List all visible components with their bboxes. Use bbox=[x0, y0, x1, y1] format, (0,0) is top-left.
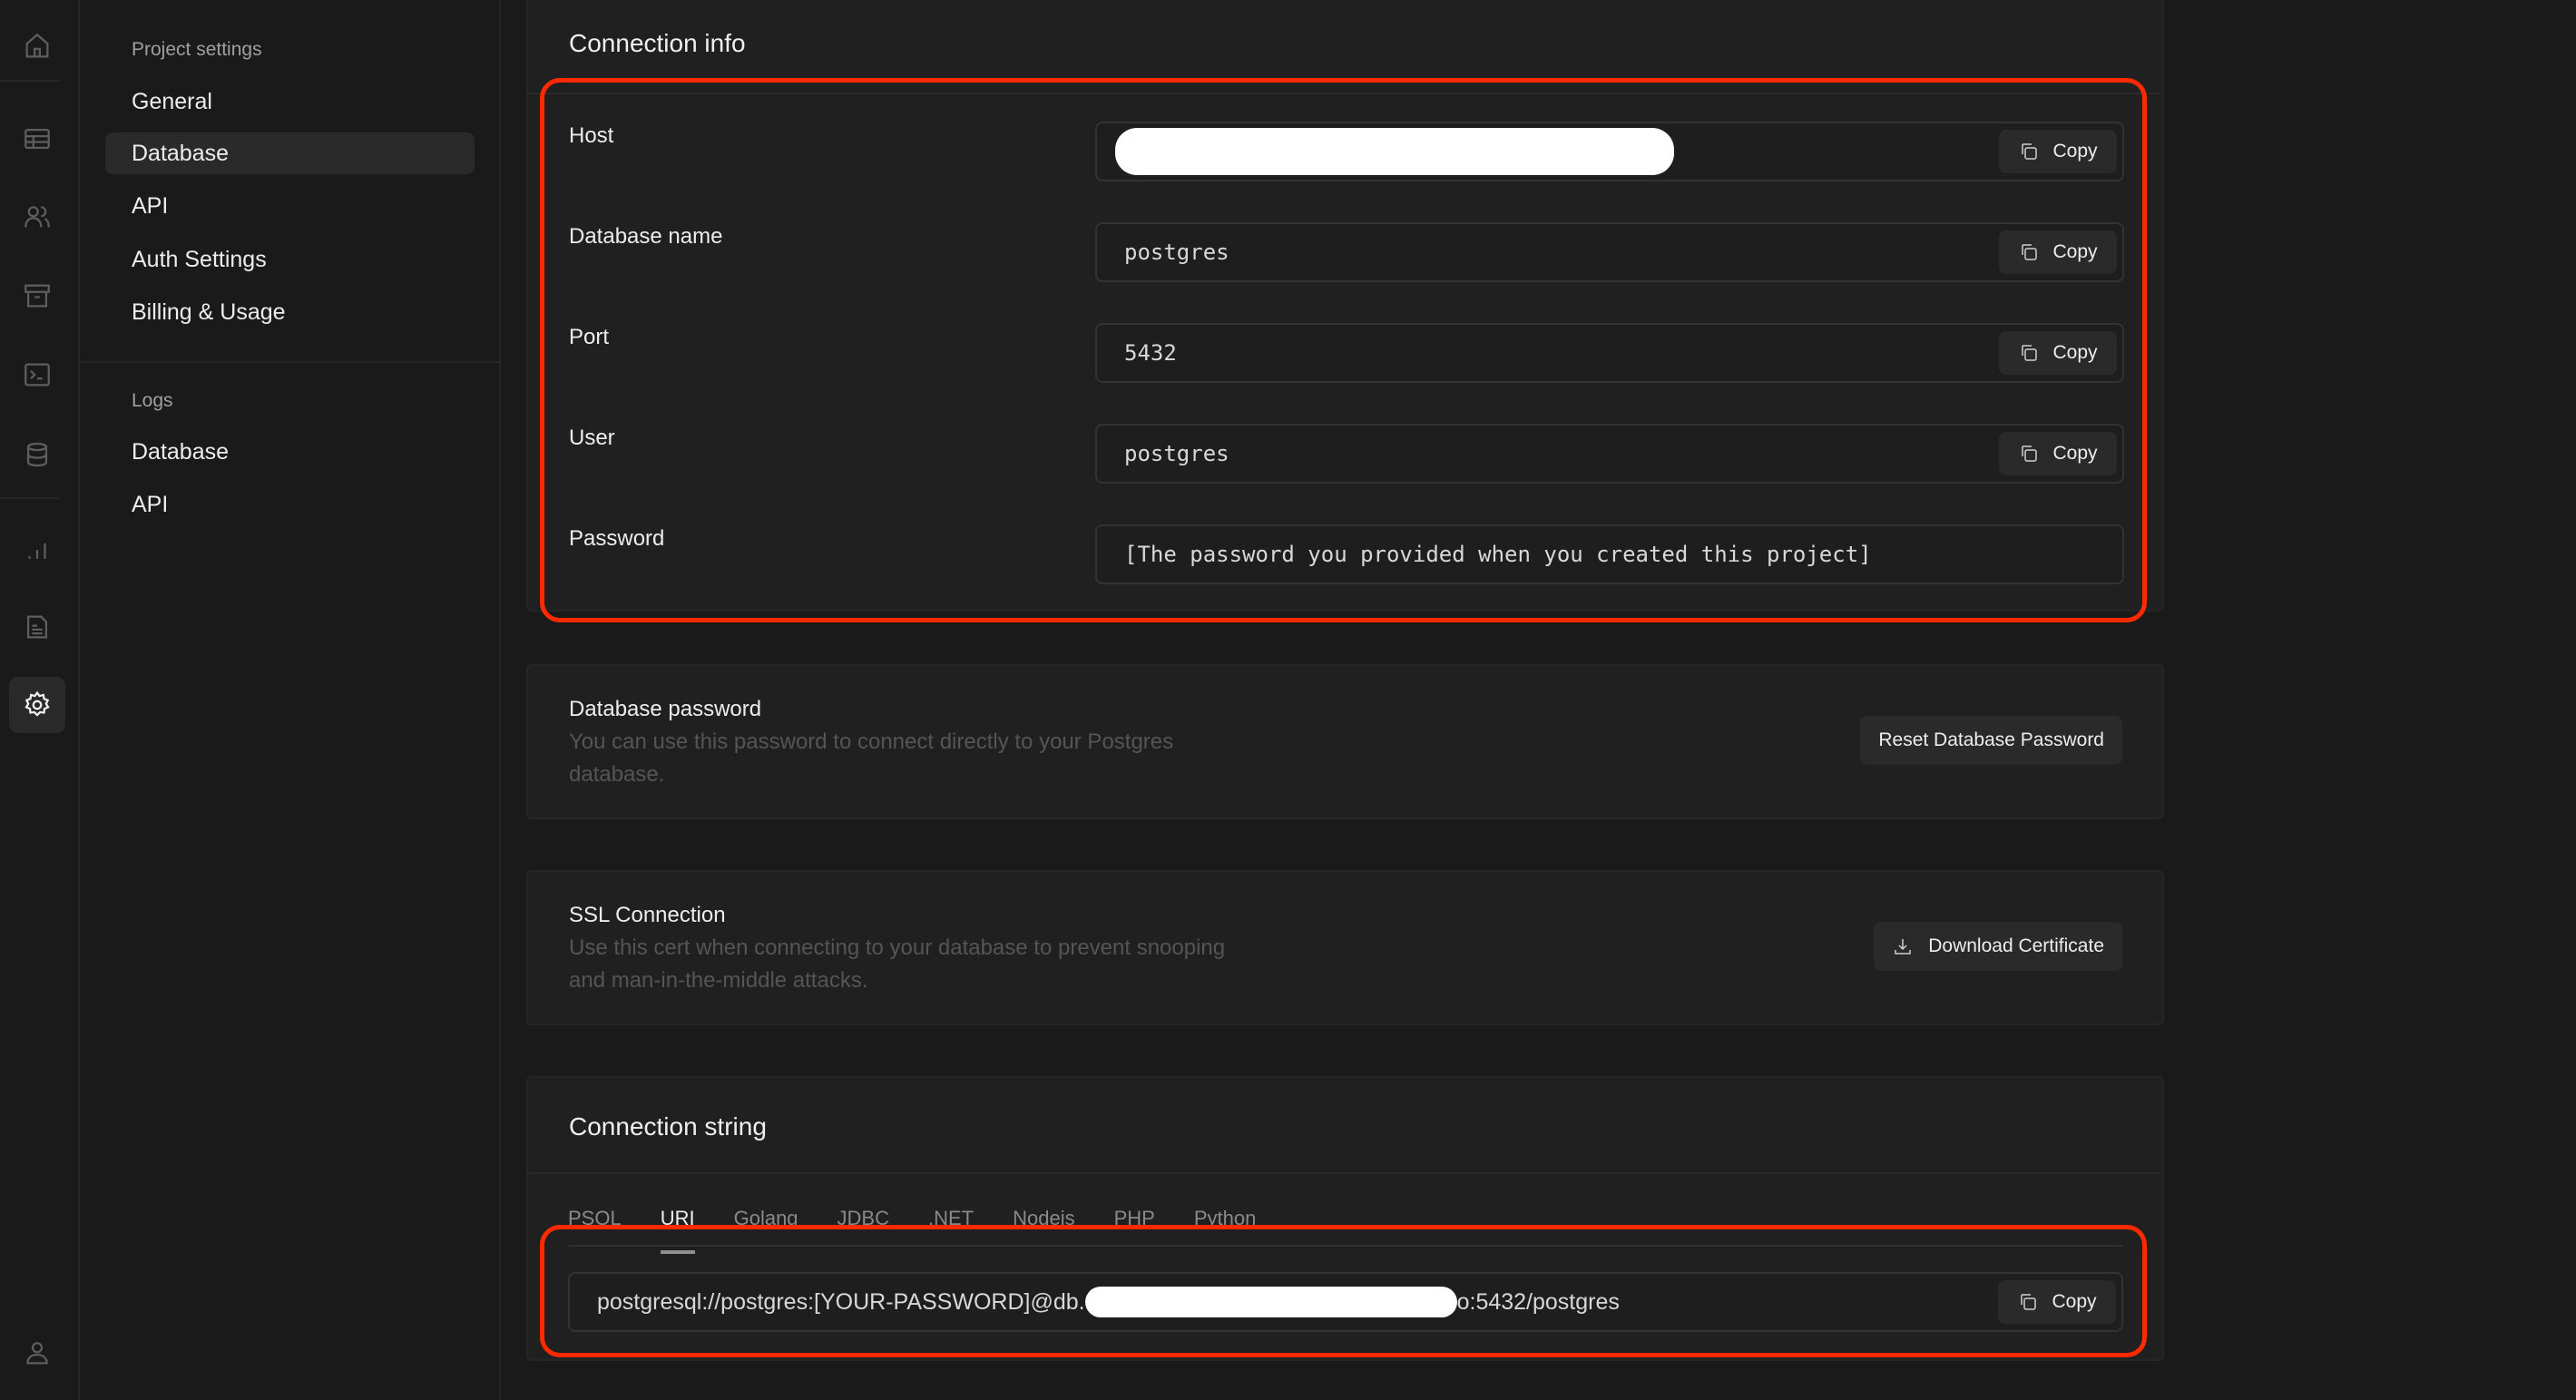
project-settings-heading: Project settings bbox=[132, 39, 262, 60]
copy-icon bbox=[2022, 345, 2038, 361]
menu-item-logs-database[interactable]: Database bbox=[105, 431, 475, 473]
menu-item-auth-settings[interactable]: Auth Settings bbox=[105, 239, 475, 280]
user-field[interactable]: postgres Copy bbox=[1095, 424, 2124, 484]
profile-icon[interactable] bbox=[9, 1325, 65, 1381]
ssl-connection-card: SSL Connection Use this cert when connec… bbox=[526, 870, 2164, 1025]
reports-icon[interactable] bbox=[9, 522, 65, 578]
connection-string-tabs: PSQL URI Golang JDBC .NET Nodejs PHP Pyt… bbox=[568, 1207, 1295, 1254]
connection-string-title: Connection string bbox=[569, 1112, 767, 1141]
tab-dotnet[interactable]: .NET bbox=[928, 1207, 974, 1230]
menu-item-database[interactable]: Database bbox=[105, 132, 475, 174]
card-divider bbox=[528, 93, 2162, 94]
settings-icon[interactable] bbox=[9, 677, 65, 733]
host-label: Host bbox=[569, 123, 614, 148]
ssl-connection-description: Use this cert when connecting to your da… bbox=[569, 935, 1226, 993]
tab-nodejs[interactable]: Nodejs bbox=[1013, 1207, 1074, 1230]
redacted-host bbox=[1115, 128, 1674, 175]
database-password-description: You can use this password to connect dir… bbox=[569, 729, 1174, 787]
port-value: 5432 bbox=[1124, 340, 1177, 366]
user-value: postgres bbox=[1124, 441, 1229, 466]
reset-database-password-button[interactable]: Reset Database Password bbox=[1860, 716, 2122, 765]
database-name-field[interactable]: postgres Copy bbox=[1095, 222, 2124, 282]
database-name-value: postgres bbox=[1124, 240, 1229, 265]
tab-golang[interactable]: Golang bbox=[734, 1207, 798, 1230]
host-field[interactable]: Copy bbox=[1095, 122, 2124, 181]
ssl-connection-title: SSL Connection bbox=[569, 903, 726, 927]
tab-php[interactable]: PHP bbox=[1114, 1207, 1155, 1230]
table-editor-icon[interactable] bbox=[9, 111, 65, 167]
users-icon[interactable] bbox=[9, 189, 65, 245]
menu-item-api[interactable]: API bbox=[105, 185, 475, 227]
copy-icon bbox=[2022, 445, 2038, 462]
port-field[interactable]: 5432 Copy bbox=[1095, 323, 2124, 383]
copy-user-button[interactable]: Copy bbox=[1999, 432, 2117, 475]
connection-string-suffix: o:5432/postgres bbox=[1456, 1288, 1620, 1315]
connection-info-card: Connection info Host Copy Database name … bbox=[526, 0, 2164, 612]
rail-divider bbox=[0, 80, 60, 82]
download-icon bbox=[1895, 939, 1911, 955]
password-value: [The password you provided when you crea… bbox=[1124, 542, 1872, 567]
database-icon[interactable] bbox=[9, 426, 65, 483]
copy-icon bbox=[2022, 244, 2038, 260]
rail-divider bbox=[0, 497, 60, 499]
database-password-card: Database password You can use this passw… bbox=[526, 664, 2164, 819]
user-label: User bbox=[569, 426, 615, 450]
tab-python[interactable]: Python bbox=[1194, 1207, 1257, 1230]
storage-icon[interactable] bbox=[9, 268, 65, 324]
card-divider bbox=[528, 1172, 2162, 1174]
connection-string-prefix: postgresql://postgres:[YOUR-PASSWORD]@db… bbox=[597, 1288, 1085, 1315]
tabs-underline bbox=[568, 1245, 2123, 1247]
port-label: Port bbox=[569, 325, 610, 349]
logs-heading: Logs bbox=[132, 390, 173, 411]
sql-editor-icon[interactable] bbox=[9, 347, 65, 403]
tab-uri[interactable]: URI bbox=[660, 1207, 695, 1254]
menu-item-logs-api[interactable]: API bbox=[105, 484, 475, 525]
tab-jdbc[interactable]: JDBC bbox=[837, 1207, 889, 1230]
connection-string-field[interactable]: postgresql://postgres:[YOUR-PASSWORD]@db… bbox=[568, 1272, 2123, 1332]
icon-rail bbox=[0, 0, 80, 1400]
redacted-connection-host bbox=[1084, 1287, 1457, 1317]
docs-icon[interactable] bbox=[9, 599, 65, 655]
copy-icon bbox=[2022, 143, 2038, 160]
copy-icon bbox=[2021, 1294, 2037, 1310]
password-label: Password bbox=[569, 526, 665, 551]
menu-divider bbox=[80, 361, 499, 363]
download-certificate-button[interactable]: Download Certificate bbox=[1874, 922, 2122, 971]
connection-info-title: Connection info bbox=[569, 29, 746, 57]
home-icon[interactable] bbox=[9, 18, 65, 74]
copy-port-button[interactable]: Copy bbox=[1999, 331, 2117, 375]
copy-database-name-button[interactable]: Copy bbox=[1999, 230, 2117, 274]
password-field[interactable]: [The password you provided when you crea… bbox=[1095, 524, 2124, 584]
tab-psql[interactable]: PSQL bbox=[568, 1207, 622, 1230]
menu-item-general[interactable]: General bbox=[105, 81, 475, 122]
database-name-label: Database name bbox=[569, 224, 723, 249]
database-password-title: Database password bbox=[569, 697, 762, 721]
menu-item-billing-usage[interactable]: Billing & Usage bbox=[105, 291, 475, 333]
copy-host-button[interactable]: Copy bbox=[1999, 130, 2117, 173]
copy-connection-string-button[interactable]: Copy bbox=[1998, 1280, 2116, 1324]
settings-menu: Project settings General Database API Au… bbox=[80, 0, 501, 1400]
